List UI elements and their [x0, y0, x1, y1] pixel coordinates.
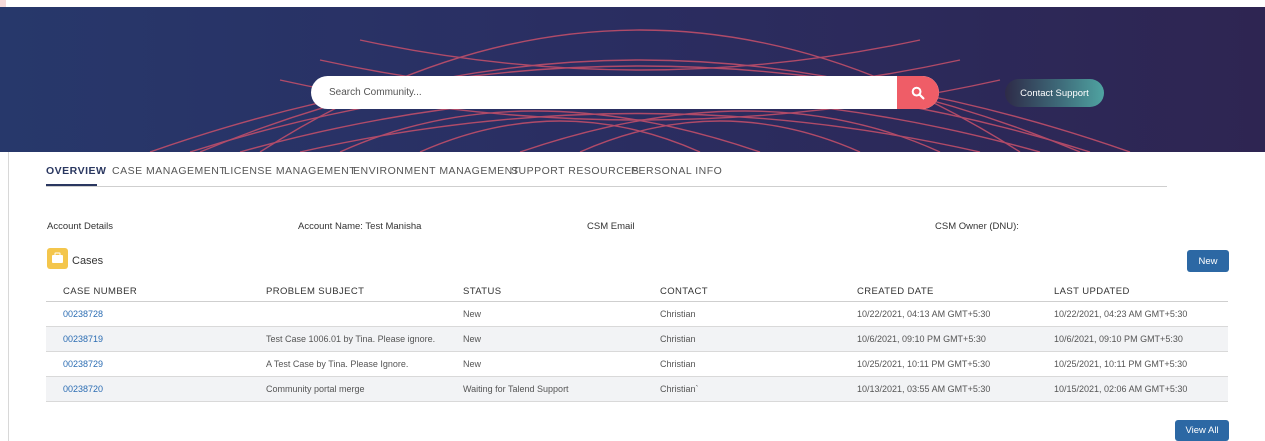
status-cell: New — [446, 351, 643, 377]
active-tab-indicator — [46, 184, 97, 186]
created-date-cell: 10/25/2021, 10:11 PM GMT+5:30 — [840, 351, 1037, 377]
search-button[interactable] — [897, 76, 939, 109]
column-header: STATUS — [446, 281, 643, 302]
cases-heading: Cases — [72, 255, 104, 267]
column-header: CREATED DATE — [840, 281, 1037, 302]
column-header: CONTACT — [643, 281, 840, 302]
panel-left-border — [8, 152, 9, 441]
tab-bar: OVERVIEW CASE MANAGEMENT LICENSE MANAGEM… — [46, 152, 1167, 187]
folder-icon — [47, 248, 68, 269]
created-date-cell: 10/13/2021, 03:55 AM GMT+5:30 — [840, 376, 1037, 402]
table-row[interactable]: 00238720 Community portal merge Waiting … — [46, 376, 1228, 402]
last-updated-cell: 10/15/2021, 02:06 AM GMT+5:30 — [1037, 376, 1228, 402]
contact-cell: Christian` — [643, 376, 840, 402]
problem-subject-cell: A Test Case by Tina. Please Ignore. — [249, 351, 446, 377]
tab-personal-info[interactable]: PERSONAL INFO — [631, 165, 722, 177]
tab-support-resources[interactable]: SUPPORT RESOURCES — [511, 165, 639, 177]
column-header: LAST UPDATED — [1037, 281, 1228, 302]
created-date-cell: 10/22/2021, 04:13 AM GMT+5:30 — [840, 301, 1037, 327]
last-updated-cell: 10/6/2021, 09:10 PM GMT+5:30 — [1037, 326, 1228, 352]
table-header-row: CASE NUMBER PROBLEM SUBJECT STATUS CONTA… — [46, 281, 1228, 302]
problem-subject-cell — [249, 301, 446, 327]
new-case-button[interactable]: New — [1187, 250, 1229, 272]
search-input[interactable] — [311, 76, 899, 109]
status-cell: New — [446, 301, 643, 327]
search-icon — [911, 86, 925, 99]
table-row[interactable]: 00238728 New Christian 10/22/2021, 04:13… — [46, 301, 1228, 327]
last-updated-cell: 10/25/2021, 10:11 PM GMT+5:30 — [1037, 351, 1228, 377]
case-number-link[interactable]: 00238728 — [46, 301, 249, 327]
view-all-button[interactable]: View All — [1175, 420, 1229, 441]
created-date-cell: 10/6/2021, 09:10 PM GMT+5:30 — [840, 326, 1037, 352]
tab-overview[interactable]: OVERVIEW — [46, 165, 106, 177]
account-details-label: Account Details — [47, 221, 114, 232]
contact-support-button[interactable]: Contact Support — [1005, 79, 1104, 107]
problem-subject-cell: Test Case 1006.01 by Tina. Please ignore… — [249, 326, 446, 352]
case-number-link[interactable]: 00238729 — [46, 351, 249, 377]
column-header: PROBLEM SUBJECT — [249, 281, 446, 302]
contact-cell: Christian — [643, 301, 840, 327]
case-number-link[interactable]: 00238720 — [46, 376, 249, 402]
tab-case-management[interactable]: CASE MANAGEMENT — [112, 165, 226, 177]
problem-subject-cell: Community portal merge — [249, 376, 446, 402]
csm-owner-label: CSM Owner (DNU): — [935, 221, 1019, 232]
status-cell: New — [446, 326, 643, 352]
contact-cell: Christian — [643, 351, 840, 377]
cases-table: CASE NUMBER PROBLEM SUBJECT STATUS CONTA… — [46, 281, 1228, 402]
status-cell: Waiting for Talend Support — [446, 376, 643, 402]
table-row[interactable]: 00238729 A Test Case by Tina. Please Ign… — [46, 351, 1228, 377]
tab-environment-management[interactable]: ENVIRONMENT MANAGEMENT — [353, 165, 520, 177]
table-row[interactable]: 00238719 Test Case 1006.01 by Tina. Plea… — [46, 326, 1228, 352]
search-bar — [311, 76, 939, 109]
last-updated-cell: 10/22/2021, 04:23 AM GMT+5:30 — [1037, 301, 1228, 327]
column-header: CASE NUMBER — [46, 281, 249, 302]
account-name-label: Account Name: Test Manisha — [298, 221, 422, 232]
tab-license-management[interactable]: LICENSE MANAGEMENT — [224, 165, 356, 177]
case-number-link[interactable]: 00238719 — [46, 326, 249, 352]
contact-cell: Christian — [643, 326, 840, 352]
csm-email-label: CSM Email — [587, 221, 635, 232]
